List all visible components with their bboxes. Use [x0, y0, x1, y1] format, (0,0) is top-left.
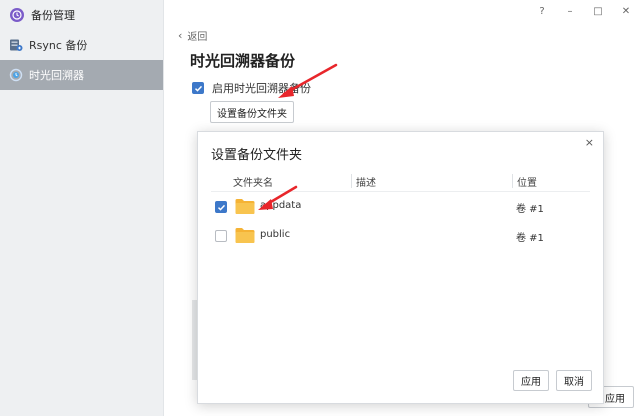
enable-label: 启用时光回溯器备份: [212, 82, 311, 95]
app-title: 备份管理: [0, 0, 163, 30]
column-header-description[interactable]: 描述: [351, 174, 376, 189]
cancel-button[interactable]: 取消: [556, 370, 592, 391]
sidebar-item-rsync[interactable]: Rsync 备份: [0, 30, 163, 60]
back-link[interactable]: ‹ 返回: [178, 28, 207, 43]
column-header-name[interactable]: 文件夹名: [233, 174, 273, 189]
table-row[interactable]: appdata 卷 #1: [211, 192, 590, 222]
folder-name: appdata: [260, 200, 302, 211]
folder-location: 卷 #1: [516, 204, 544, 215]
table-row[interactable]: public 卷 #1: [211, 221, 590, 251]
row-checkbox[interactable]: [215, 230, 227, 242]
folder-name: public: [260, 229, 291, 240]
time-machine-icon: [9, 68, 23, 82]
server-icon: [9, 38, 23, 52]
row-checkbox[interactable]: [215, 201, 227, 213]
page-title: 时光回溯器备份: [190, 52, 296, 70]
folder-icon: [235, 227, 255, 244]
close-icon[interactable]: ×: [585, 136, 594, 149]
apply-button[interactable]: 应用: [513, 370, 549, 391]
table-header: 文件夹名 描述 位置: [211, 170, 590, 192]
dialog-title: 设置备份文件夹: [211, 148, 303, 163]
sidebar-item-label: Rsync 备份: [29, 39, 88, 52]
app-title-label: 备份管理: [31, 9, 75, 22]
set-backup-folder-button[interactable]: 设置备份文件夹: [210, 101, 294, 123]
enable-time-machine-row[interactable]: 启用时光回溯器备份: [192, 80, 311, 96]
sidebar: 备份管理 Rsync 备份 时光回溯器: [0, 0, 164, 416]
column-header-location[interactable]: 位置: [512, 174, 537, 189]
sidebar-item-time-machine[interactable]: 时光回溯器: [0, 60, 163, 90]
back-label: 返回: [187, 32, 208, 43]
enable-checkbox[interactable]: [192, 82, 204, 94]
clock-icon: [10, 8, 24, 22]
folder-location: 卷 #1: [516, 233, 544, 244]
set-backup-folder-dialog: 设置备份文件夹 × 文件夹名 描述 位置 appdata 卷 #1 public…: [197, 131, 604, 404]
sidebar-item-label: 时光回溯器: [29, 69, 84, 82]
folder-icon: [235, 198, 255, 215]
chevron-left-icon: ‹: [178, 29, 183, 42]
dialog-footer: 应用 取消: [513, 370, 592, 391]
